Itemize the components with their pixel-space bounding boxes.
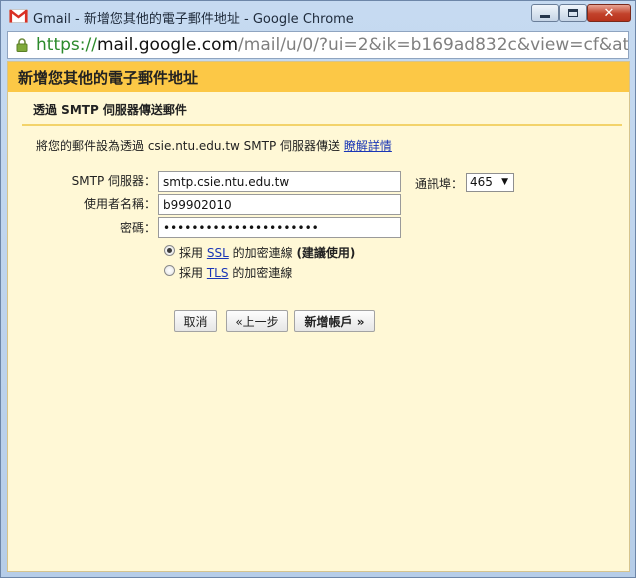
minimize-icon	[540, 14, 550, 18]
address-bar[interactable]: https://mail.google.com/mail/u/0/?ui=2&i…	[7, 31, 629, 59]
password-label: 密碼：	[119, 221, 156, 235]
gmail-logo-icon	[9, 9, 28, 23]
learn-more-link[interactable]: 瞭解詳情	[344, 139, 392, 153]
ssl-radio[interactable]	[164, 245, 175, 256]
url-text[interactable]: https://mail.google.com/mail/u/0/?ui=2&i…	[36, 35, 629, 55]
username-label: 使用者名稱：	[83, 197, 156, 211]
username-input[interactable]	[158, 194, 401, 215]
tls-radio[interactable]	[164, 265, 175, 276]
url-host: mail.google.com	[96, 35, 239, 55]
title-bar: Gmail - 新增您其他的電子郵件地址 - Google Chrome ✕	[1, 1, 635, 31]
smtp-server-label: SMTP 伺服器：	[71, 174, 156, 188]
minimize-button[interactable]	[531, 4, 559, 22]
intro-text: 將您的郵件設為透過 csie.ntu.edu.tw SMTP 伺服器傳送 瞭解詳…	[36, 137, 392, 154]
ssl-prefix: 採用	[179, 246, 204, 260]
lock-icon	[16, 38, 28, 52]
ssl-option-label[interactable]: 採用 SSL 的加密連線 (建議使用)	[179, 244, 355, 261]
tls-option-label[interactable]: 採用 TLS 的加密連線	[179, 264, 292, 281]
url-scheme: https://	[36, 35, 97, 55]
section-title: 透過 SMTP 伺服器傳送郵件	[33, 103, 187, 117]
close-icon: ✕	[603, 5, 615, 21]
window-title: Gmail - 新增您其他的電子郵件地址 - Google Chrome	[33, 12, 354, 27]
ssl-link[interactable]: SSL	[207, 246, 229, 260]
dialog-content: 新增您其他的電子郵件地址 透過 SMTP 伺服器傳送郵件 將您的郵件設為透過 c…	[7, 61, 630, 572]
smtp-server-input[interactable]	[158, 171, 401, 192]
url-path: /mail/u/0/?ui=2&ik=b169ad832c&view=cf&at…	[238, 35, 629, 55]
back-button[interactable]: «上一步	[226, 310, 288, 332]
port-label: 通訊埠：	[414, 177, 463, 191]
cancel-button[interactable]: 取消	[174, 310, 217, 332]
port-select[interactable]: 465 ▼	[466, 173, 514, 192]
tls-suffix: 的加密連線	[232, 266, 293, 280]
tls-link[interactable]: TLS	[207, 266, 229, 280]
add-account-button[interactable]: 新增帳戶 »	[294, 310, 375, 332]
dialog-title: 新增您其他的電子郵件地址	[18, 69, 199, 87]
section-divider	[22, 124, 622, 126]
tls-prefix: 採用	[179, 266, 204, 280]
maximize-button[interactable]	[559, 4, 587, 22]
dialog-header: 新增您其他的電子郵件地址	[8, 62, 629, 92]
intro-description: 將您的郵件設為透過 csie.ntu.edu.tw SMTP 伺服器傳送	[36, 139, 341, 153]
password-input[interactable]	[158, 217, 401, 238]
close-button[interactable]: ✕	[587, 4, 631, 22]
port-value: 465	[470, 175, 493, 189]
dropdown-arrow-icon: ▼	[501, 177, 508, 187]
browser-window: Gmail - 新增您其他的電子郵件地址 - Google Chrome ✕ h…	[0, 0, 636, 578]
ssl-suffix: 的加密連線	[232, 246, 293, 260]
maximize-icon	[568, 9, 578, 17]
ssl-recommended-note: (建議使用)	[296, 246, 356, 260]
